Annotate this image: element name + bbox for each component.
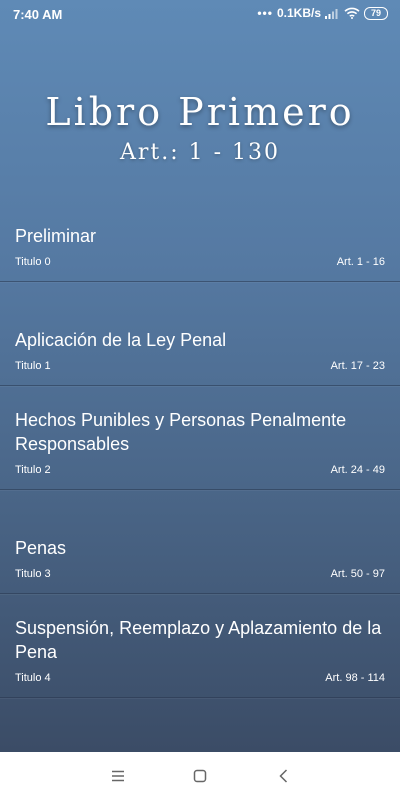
title-number: Titulo 2 [15, 464, 51, 476]
title-article-range: Art. 1 - 16 [336, 256, 385, 268]
title-item-0[interactable]: Preliminar Titulo 0 Art. 1 - 16 [0, 178, 400, 282]
title-meta: Titulo 0 Art. 1 - 16 [15, 256, 385, 272]
title-item-2[interactable]: Hechos Punibles y Personas Penalmente Re… [0, 386, 400, 490]
title-meta: Titulo 2 Art. 24 - 49 [15, 464, 385, 480]
menu-icon[interactable] [108, 766, 128, 786]
status-icons: ••• 0.1KB/s 79 [257, 6, 388, 20]
back-chevron-icon[interactable] [274, 766, 294, 786]
book-title: Libro Primero [45, 90, 355, 134]
title-meta: Titulo 4 Art. 98 - 114 [15, 672, 385, 688]
title-item-1[interactable]: Aplicación de la Ley Penal Titulo 1 Art.… [0, 282, 400, 386]
title-article-range: Art. 24 - 49 [330, 464, 385, 476]
system-nav-bar [0, 752, 400, 800]
book-header: Libro Primero Art.: 1 - 130 [0, 88, 400, 165]
signal-icon [325, 9, 338, 19]
title-article-range: Art. 98 - 114 [325, 672, 385, 684]
title-name: Preliminar [15, 226, 97, 246]
title-article-range: Art. 17 - 23 [330, 360, 385, 372]
battery-icon: 79 [364, 6, 388, 20]
screen: 7:40 AM ••• 0.1KB/s 79 Libro Primero Art… [0, 0, 400, 800]
title-number: Titulo 1 [15, 360, 51, 372]
status-time: 7:40 AM [13, 7, 63, 22]
title-item-3[interactable]: Penas Titulo 3 Art. 50 - 97 [0, 490, 400, 594]
title-number: Titulo 3 [15, 568, 51, 580]
title-name: Aplicación de la Ley Penal [15, 330, 227, 350]
title-meta: Titulo 1 Art. 17 - 23 [15, 360, 385, 376]
book-article-range: Art.: 1 - 130 [119, 140, 281, 165]
title-item-4[interactable]: Suspensión, Reemplazo y Aplazamiento de … [0, 594, 400, 698]
home-square-icon[interactable] [190, 766, 210, 786]
title-name: Penas [15, 538, 67, 558]
network-speed: 0.1KB/s [276, 6, 321, 20]
title-number: Titulo 4 [15, 672, 51, 684]
title-number: Titulo 0 [15, 256, 51, 268]
status-bar: 7:40 AM ••• 0.1KB/s 79 [0, 0, 400, 28]
app-background: 7:40 AM ••• 0.1KB/s 79 Libro Primero Art… [0, 0, 400, 752]
title-meta: Titulo 3 Art. 50 - 97 [15, 568, 385, 584]
more-dots-icon: ••• [257, 6, 273, 20]
title-name: Hechos Punibles y Personas Penalmente Re… [15, 410, 347, 454]
titles-list: Preliminar Titulo 0 Art. 1 - 16 Aplicaci… [0, 178, 400, 698]
wifi-icon [344, 7, 360, 19]
title-article-range: Art. 50 - 97 [330, 568, 385, 580]
title-name: Suspensión, Reemplazo y Aplazamiento de … [15, 618, 382, 662]
